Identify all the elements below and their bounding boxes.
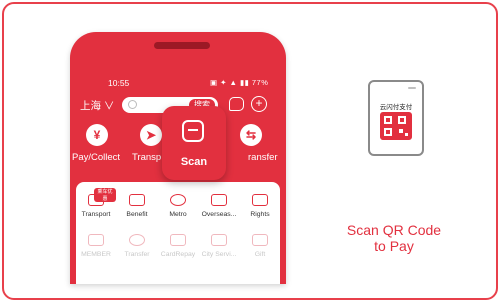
service-label: MEMBER xyxy=(81,251,111,258)
ticket-icon xyxy=(252,194,268,206)
scan-button[interactable]: Scan xyxy=(162,106,226,180)
qr-header-text: 云闪付支付 xyxy=(379,104,413,111)
service-transfer[interactable]: Transfer xyxy=(117,234,157,258)
promo-card: 10:55 ▣ ✦ ▲ ▮▮ 77% 上海 ∨ 搜索 + ¥ ➤ ⇆ Pay/C… xyxy=(2,2,498,300)
city-selector[interactable]: 上海 ∨ xyxy=(80,98,114,113)
service-label: City Servi... xyxy=(201,251,237,258)
service-label: Transfer xyxy=(124,251,150,258)
phone-camera xyxy=(408,87,416,89)
search-icon xyxy=(128,100,137,109)
service-overseas[interactable]: Overseas... xyxy=(199,194,239,218)
status-bar: 10:55 ▣ ✦ ▲ ▮▮ 77% xyxy=(70,78,286,90)
service-benefit[interactable]: Benefit xyxy=(117,194,157,218)
quick-action-pay-collect[interactable]: Pay/Collect xyxy=(72,152,120,163)
service-label: Transport xyxy=(81,211,111,218)
service-metro[interactable]: Metro xyxy=(158,194,198,218)
quick-action-transport[interactable]: Transp xyxy=(132,152,161,163)
metro-icon xyxy=(170,194,186,206)
card-icon xyxy=(211,194,227,206)
scan-label: Scan xyxy=(180,156,208,168)
qr-phone-illustration: 云闪付支付 xyxy=(368,80,424,156)
caption: Scan QR Code to Pay xyxy=(334,222,454,254)
crown-icon xyxy=(88,234,104,246)
service-transport[interactable]: 乘车优惠 Transport xyxy=(76,188,116,218)
coupon-icon xyxy=(129,194,145,206)
service-gift[interactable]: Gift xyxy=(240,234,280,258)
transfer-icon[interactable]: ⇆ xyxy=(240,124,262,146)
caption-line-2: to Pay xyxy=(374,238,414,254)
scan-icon xyxy=(182,120,204,142)
service-member[interactable]: MEMBER xyxy=(76,234,116,258)
status-time: 10:55 xyxy=(108,78,130,88)
status-icons: ▣ ✦ ▲ ▮▮ 77% xyxy=(210,78,269,87)
qr-code-icon xyxy=(380,112,412,140)
yen-icon[interactable]: ¥ xyxy=(86,124,108,146)
services-panel: 乘车优惠 Transport Benefit Metro Overseas...… xyxy=(76,182,280,284)
battery-level: 77% xyxy=(251,78,269,87)
gift-icon xyxy=(252,234,268,246)
building-icon xyxy=(211,234,227,246)
service-label: Rights xyxy=(250,211,270,218)
send-icon[interactable]: ➤ xyxy=(140,124,162,146)
service-city[interactable]: City Servi... xyxy=(199,234,239,258)
card-repay-icon xyxy=(170,234,186,246)
service-label: Overseas... xyxy=(201,211,237,218)
service-rights[interactable]: Rights xyxy=(240,194,280,218)
service-label: CardRepay xyxy=(160,251,196,258)
message-icon[interactable] xyxy=(229,97,244,111)
caption-line-1: Scan QR Code xyxy=(346,222,442,238)
transfer-circle-icon xyxy=(129,234,145,246)
service-label: Metro xyxy=(169,211,187,218)
service-label: Gift xyxy=(254,251,266,258)
service-badge: 乘车优惠 xyxy=(94,188,116,202)
plus-icon[interactable]: + xyxy=(251,96,267,112)
quick-action-transfer[interactable]: ransfer xyxy=(248,152,278,163)
service-cardrepay[interactable]: CardRepay xyxy=(158,234,198,258)
phone-speaker xyxy=(154,42,210,49)
service-label: Benefit xyxy=(126,211,148,218)
